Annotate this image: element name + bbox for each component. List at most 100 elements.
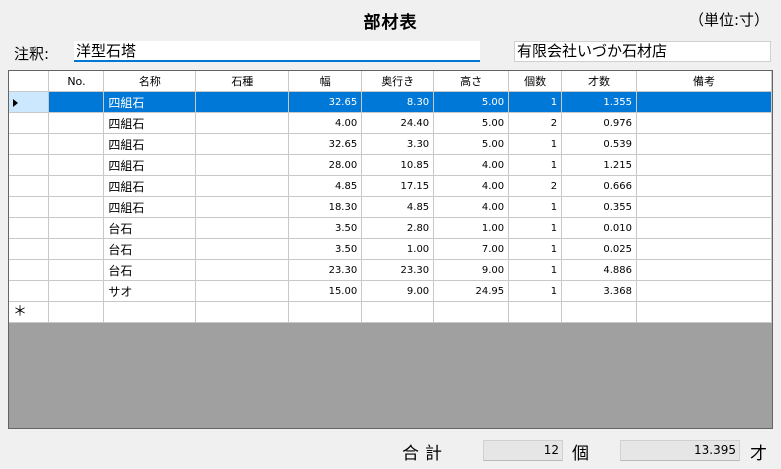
cell-width[interactable]: 28.00: [288, 154, 363, 176]
row-header[interactable]: [9, 217, 50, 239]
cell-count[interactable]: 1: [508, 154, 563, 176]
cell-count[interactable]: 2: [508, 112, 563, 134]
table-row[interactable]: 四組石 4.00 24.40 5.00 2 0.976: [9, 112, 772, 134]
cell-name[interactable]: 四組石: [103, 133, 197, 155]
cell-height[interactable]: 5.00: [433, 133, 510, 155]
cell-height[interactable]: 9.00: [433, 259, 510, 281]
cell-name[interactable]: [103, 301, 197, 323]
cell-note[interactable]: [636, 133, 772, 155]
cell-name[interactable]: 台石: [103, 238, 197, 260]
cell-height[interactable]: 5.00: [433, 112, 510, 134]
cell-depth[interactable]: 9.00: [361, 280, 435, 302]
row-header[interactable]: [9, 259, 50, 281]
cell-count[interactable]: 1: [508, 133, 563, 155]
table-row[interactable]: 台石 23.30 23.30 9.00 1 4.886: [9, 259, 772, 281]
cell-name[interactable]: 台石: [103, 217, 197, 239]
cell-note[interactable]: [636, 280, 772, 302]
new-row[interactable]: ＊: [9, 301, 772, 323]
cell-sai[interactable]: 0.539: [561, 133, 638, 155]
cell-note[interactable]: [636, 91, 772, 113]
row-header[interactable]: [9, 238, 50, 260]
cell-sai[interactable]: 1.215: [561, 154, 638, 176]
table-row[interactable]: 四組石 32.65 8.30 5.00 1 1.355: [9, 91, 772, 113]
note-input[interactable]: 洋型石塔: [74, 41, 480, 62]
cell-no[interactable]: [48, 280, 105, 302]
cell-no[interactable]: [48, 238, 105, 260]
cell-width[interactable]: 3.50: [288, 238, 363, 260]
col-header-height[interactable]: 高さ: [433, 71, 510, 92]
cell-note[interactable]: [636, 154, 772, 176]
cell-height[interactable]: 4.00: [433, 196, 510, 218]
cell-depth[interactable]: 4.85: [361, 196, 435, 218]
cell-stone[interactable]: [195, 112, 290, 134]
col-header-width[interactable]: 幅: [288, 71, 363, 92]
cell-note[interactable]: [636, 301, 772, 323]
cell-sai[interactable]: 0.010: [561, 217, 638, 239]
cell-note[interactable]: [636, 259, 772, 281]
cell-depth[interactable]: 17.15: [361, 175, 435, 197]
cell-stone[interactable]: [195, 133, 290, 155]
company-field[interactable]: 有限会社いづか石材店: [514, 41, 771, 62]
table-row[interactable]: 四組石 4.85 17.15 4.00 2 0.666: [9, 175, 772, 197]
cell-name[interactable]: 四組石: [103, 154, 197, 176]
parts-grid[interactable]: No. 名称 石種 幅 奥行き 高さ 個数 才数 備考 四組石 32.65 8.…: [8, 70, 773, 429]
cell-depth[interactable]: 10.85: [361, 154, 435, 176]
cell-stone[interactable]: [195, 280, 290, 302]
cell-height[interactable]: 4.00: [433, 154, 510, 176]
col-header-stone[interactable]: 石種: [195, 71, 290, 92]
cell-depth[interactable]: [361, 301, 435, 323]
cell-depth[interactable]: 2.80: [361, 217, 435, 239]
cell-name[interactable]: 四組石: [103, 175, 197, 197]
cell-width[interactable]: 4.85: [288, 175, 363, 197]
cell-count[interactable]: 1: [508, 217, 563, 239]
cell-count[interactable]: 2: [508, 175, 563, 197]
cell-height[interactable]: [433, 301, 510, 323]
row-header[interactable]: ＊: [9, 301, 50, 323]
cell-count[interactable]: 1: [508, 259, 563, 281]
cell-sai[interactable]: 4.886: [561, 259, 638, 281]
cell-no[interactable]: [48, 91, 105, 113]
col-header-no[interactable]: No.: [48, 71, 105, 92]
table-row[interactable]: 台石 3.50 1.00 7.00 1 0.025: [9, 238, 772, 260]
cell-name[interactable]: サオ: [103, 280, 197, 302]
cell-depth[interactable]: 24.40: [361, 112, 435, 134]
cell-no[interactable]: [48, 259, 105, 281]
cell-width[interactable]: 15.00: [288, 280, 363, 302]
cell-sai[interactable]: 0.025: [561, 238, 638, 260]
cell-depth[interactable]: 8.30: [361, 91, 435, 113]
cell-count[interactable]: 1: [508, 196, 563, 218]
row-header[interactable]: [9, 175, 50, 197]
cell-width[interactable]: 23.30: [288, 259, 363, 281]
cell-name[interactable]: 台石: [103, 259, 197, 281]
cell-sai[interactable]: 0.355: [561, 196, 638, 218]
cell-no[interactable]: [48, 112, 105, 134]
table-row[interactable]: 四組石 28.00 10.85 4.00 1 1.215: [9, 154, 772, 176]
cell-sai[interactable]: 1.355: [561, 91, 638, 113]
row-header[interactable]: [9, 154, 50, 176]
cell-sai[interactable]: [561, 301, 638, 323]
cell-depth[interactable]: 23.30: [361, 259, 435, 281]
cell-no[interactable]: [48, 175, 105, 197]
cell-no[interactable]: [48, 154, 105, 176]
col-header-depth[interactable]: 奥行き: [361, 71, 435, 92]
cell-height[interactable]: 4.00: [433, 175, 510, 197]
cell-height[interactable]: 24.95: [433, 280, 510, 302]
table-row[interactable]: 四組石 32.65 3.30 5.00 1 0.539: [9, 133, 772, 155]
table-row[interactable]: サオ 15.00 9.00 24.95 1 3.368: [9, 280, 772, 302]
col-header-name[interactable]: 名称: [103, 71, 197, 92]
cell-count[interactable]: [508, 301, 563, 323]
cell-name[interactable]: 四組石: [103, 91, 197, 113]
cell-stone[interactable]: [195, 238, 290, 260]
cell-stone[interactable]: [195, 91, 290, 113]
table-row[interactable]: 四組石 18.30 4.85 4.00 1 0.355: [9, 196, 772, 218]
cell-sai[interactable]: 0.666: [561, 175, 638, 197]
cell-count[interactable]: 1: [508, 91, 563, 113]
row-header[interactable]: [9, 133, 50, 155]
cell-depth[interactable]: 1.00: [361, 238, 435, 260]
cell-no[interactable]: [48, 301, 105, 323]
cell-stone[interactable]: [195, 175, 290, 197]
col-header-count[interactable]: 個数: [508, 71, 563, 92]
cell-note[interactable]: [636, 196, 772, 218]
cell-height[interactable]: 7.00: [433, 238, 510, 260]
cell-stone[interactable]: [195, 196, 290, 218]
